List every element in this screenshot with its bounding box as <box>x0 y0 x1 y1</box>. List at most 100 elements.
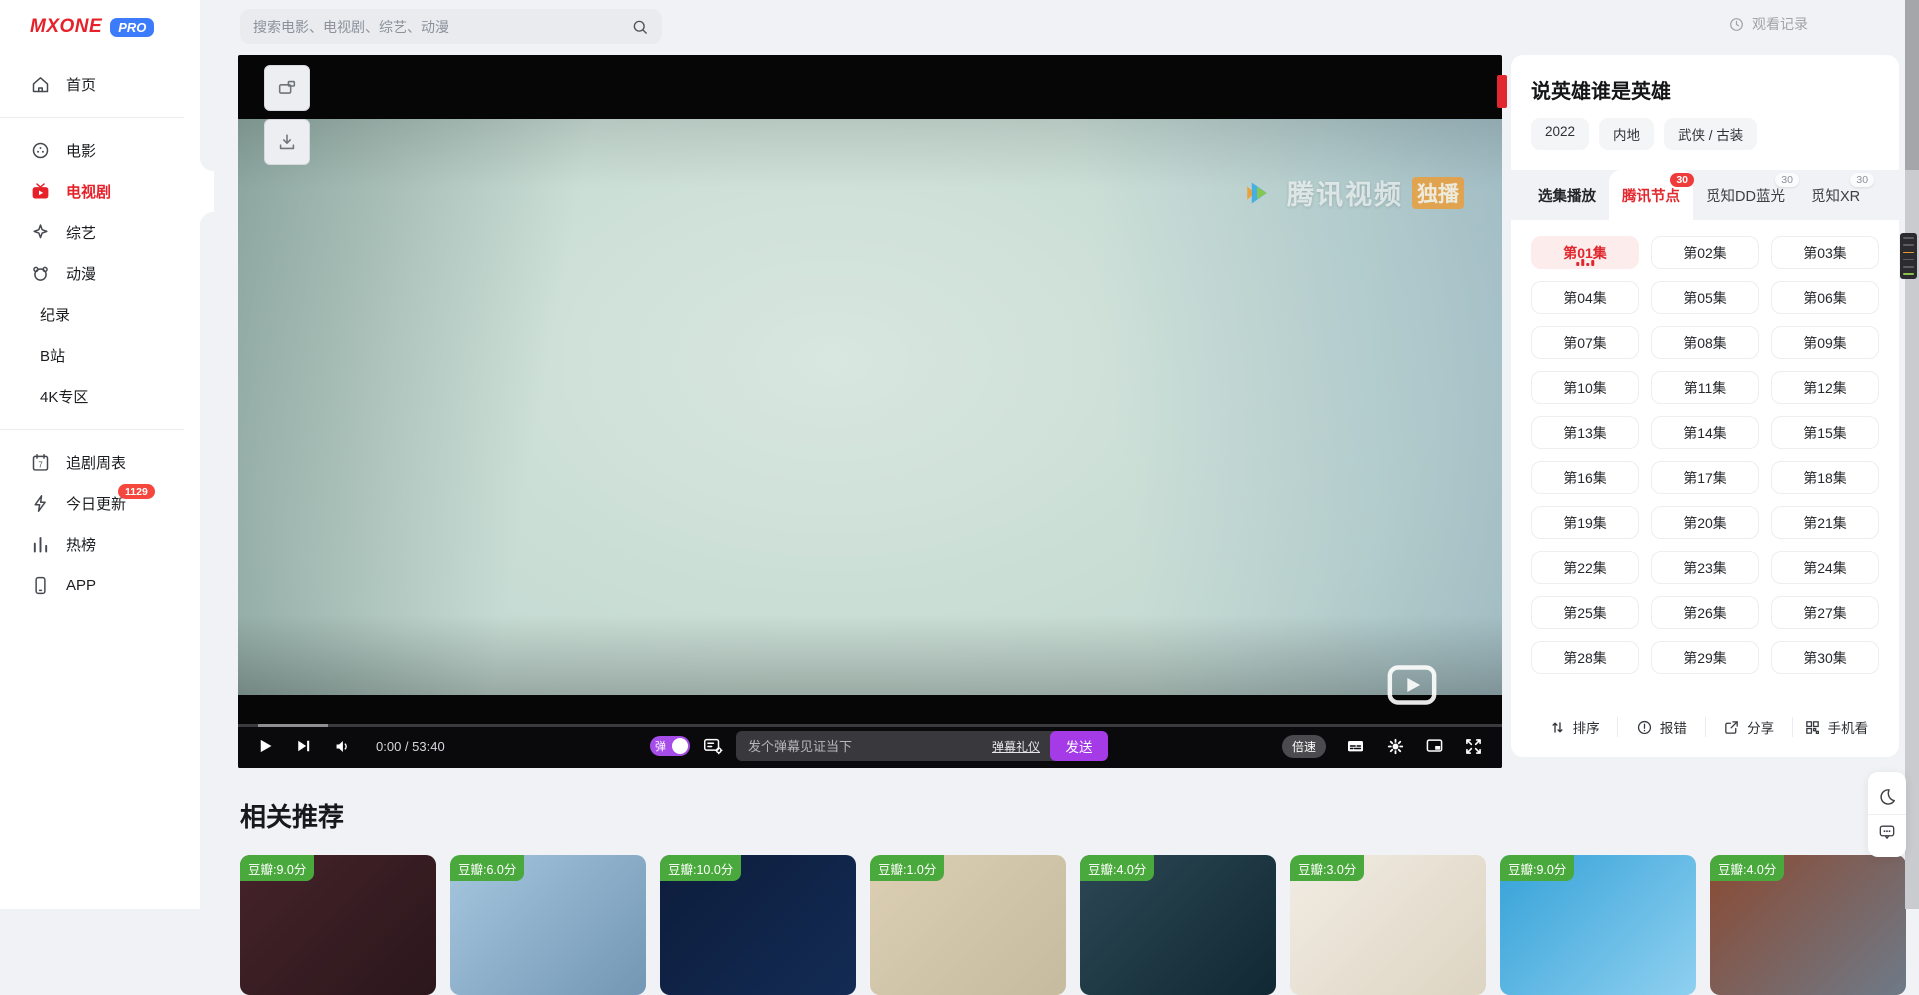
episode-button[interactable]: 第21集 <box>1771 506 1879 539</box>
episode-button[interactable]: 第03集 <box>1771 236 1879 269</box>
scroll-minimap-widget[interactable] <box>1900 233 1917 279</box>
recommend-card[interactable]: 豆瓣:10.0分 <box>660 855 856 995</box>
recommend-card[interactable]: 豆瓣:6.0分 <box>450 855 646 995</box>
playback-speed-button[interactable]: 倍速 <box>1282 735 1326 758</box>
episode-button[interactable]: 第24集 <box>1771 551 1879 584</box>
episode-label: 第28集 <box>1563 648 1607 668</box>
popout-window-button[interactable] <box>264 65 310 111</box>
qr-icon <box>1804 719 1821 736</box>
action-label: 分享 <box>1747 717 1774 737</box>
recommend-card[interactable]: 豆瓣:4.0分 <box>1710 855 1906 995</box>
episode-button[interactable]: 第08集 <box>1651 326 1759 359</box>
mobile-button[interactable]: 手机看 <box>1792 717 1879 737</box>
episode-button[interactable]: 第28集 <box>1531 641 1639 674</box>
episode-button[interactable]: 第16集 <box>1531 461 1639 494</box>
fullscreen-icon[interactable] <box>1463 736 1484 757</box>
episode-button[interactable]: 第29集 <box>1651 641 1759 674</box>
volume-button[interactable] <box>332 737 353 756</box>
sidebar-item-variety[interactable]: 综艺 <box>0 212 200 253</box>
recommend-card[interactable]: 豆瓣:4.0分 <box>1080 855 1276 995</box>
search-icon[interactable] <box>631 18 649 36</box>
sidebar-item-documentary[interactable]: 纪录 <box>0 294 200 335</box>
episode-button[interactable]: 第25集 <box>1531 596 1639 629</box>
tv-play-icon[interactable] <box>1384 660 1440 710</box>
search-input[interactable] <box>253 19 631 35</box>
episode-button[interactable]: 第19集 <box>1531 506 1639 539</box>
episode-button[interactable]: 第18集 <box>1771 461 1879 494</box>
recommend-card[interactable]: 豆瓣:1.0分 <box>870 855 1066 995</box>
source-tab-3[interactable]: 觅知XR 30 <box>1798 170 1873 220</box>
tab-label: 选集播放 <box>1538 185 1596 206</box>
episode-button[interactable]: 第26集 <box>1651 596 1759 629</box>
episode-button[interactable]: 第06集 <box>1771 281 1879 314</box>
sidebar-item-anime[interactable]: 动漫 <box>0 253 200 294</box>
download-button[interactable] <box>264 119 310 165</box>
sidebar-item-movies[interactable]: 电影 <box>0 130 200 171</box>
sidebar-divider <box>0 429 184 430</box>
episode-button[interactable]: 第12集 <box>1771 371 1879 404</box>
episode-button[interactable]: 第27集 <box>1771 596 1879 629</box>
sidebar-item-app[interactable]: APP <box>0 565 200 606</box>
source-tab-0[interactable]: 选集播放 <box>1525 170 1609 220</box>
danmaku-input[interactable] <box>748 739 988 754</box>
tag-region[interactable]: 内地 <box>1599 118 1654 150</box>
danmaku-etiquette-link[interactable]: 弹幕礼仪 <box>992 738 1040 755</box>
episode-button[interactable]: 第07集 <box>1531 326 1639 359</box>
scrollbar-thumb[interactable] <box>1905 0 1919 170</box>
episode-button[interactable]: 第05集 <box>1651 281 1759 314</box>
recommend-card[interactable]: 豆瓣:9.0分 <box>1500 855 1696 995</box>
episode-button[interactable]: 第23集 <box>1651 551 1759 584</box>
recommend-card[interactable]: 豆瓣:9.0分 <box>240 855 436 995</box>
episode-button[interactable]: 第17集 <box>1651 461 1759 494</box>
sidebar-item-bilibili[interactable]: B站 <box>0 335 200 376</box>
episode-button[interactable]: 第13集 <box>1531 416 1639 449</box>
source-tab-2[interactable]: 觅知DD蓝光 30 <box>1693 170 1798 220</box>
share-icon <box>1723 719 1740 736</box>
sidebar-item-4k-zone[interactable]: 4K专区 <box>0 376 200 417</box>
sort-button[interactable]: 排序 <box>1531 717 1617 737</box>
episode-button[interactable]: 第20集 <box>1651 506 1759 539</box>
sidebar-item-home[interactable]: 首页 <box>0 64 200 105</box>
share-button[interactable]: 分享 <box>1705 717 1792 737</box>
episode-button[interactable]: 第10集 <box>1531 371 1639 404</box>
progress-bar[interactable] <box>238 724 1502 727</box>
logo[interactable]: MXONE PRO <box>0 0 200 38</box>
feedback-button[interactable] <box>1868 814 1906 849</box>
rank-icon <box>30 534 51 555</box>
tag-genres[interactable]: 武侠 / 古装 <box>1664 118 1757 150</box>
danmaku-settings-icon[interactable] <box>701 735 725 757</box>
sidebar-item-label: 热榜 <box>66 534 96 555</box>
episode-button[interactable]: 第01集 <box>1531 236 1639 269</box>
sidebar-item-today-update[interactable]: 今日更新 1129 <box>0 483 200 524</box>
episode-button[interactable]: 第30集 <box>1771 641 1879 674</box>
watermark-badge: 独播 <box>1412 177 1464 209</box>
playing-indicator-icon <box>1576 259 1594 266</box>
sidebar-item-tv-series[interactable]: 电视剧 <box>0 171 200 212</box>
pip-icon[interactable] <box>1423 736 1446 756</box>
main-area: 观看记录 腾讯视频 独播 <box>200 0 1919 909</box>
video-player[interactable]: 腾讯视频 独播 0:00 / 53:40 <box>238 55 1502 768</box>
sidebar-item-schedule[interactable]: 7 追剧周表 <box>0 442 200 483</box>
episode-button[interactable]: 第11集 <box>1651 371 1759 404</box>
episode-button[interactable]: 第02集 <box>1651 236 1759 269</box>
report-button[interactable]: 报错 <box>1617 717 1704 737</box>
sidebar-item-label: 追剧周表 <box>66 452 126 473</box>
episode-button[interactable]: 第09集 <box>1771 326 1879 359</box>
episode-button[interactable]: 第04集 <box>1531 281 1639 314</box>
episode-button[interactable]: 第22集 <box>1531 551 1639 584</box>
episode-button[interactable]: 第14集 <box>1651 416 1759 449</box>
subtitle-icon[interactable] <box>1343 736 1368 756</box>
dark-mode-button[interactable] <box>1877 780 1897 814</box>
settings-gear-icon[interactable] <box>1385 736 1406 757</box>
danmaku-toggle[interactable]: 弹 <box>650 736 690 756</box>
tag-year[interactable]: 2022 <box>1531 118 1589 150</box>
sidebar-item-hot-rank[interactable]: 热榜 <box>0 524 200 565</box>
play-button[interactable] <box>256 736 275 756</box>
episode-button[interactable]: 第15集 <box>1771 416 1879 449</box>
source-tab-1[interactable]: 腾讯节点 30 <box>1609 170 1693 220</box>
page-scrollbar[interactable] <box>1905 0 1919 909</box>
recommend-card[interactable]: 豆瓣:3.0分 <box>1290 855 1486 995</box>
next-episode-button[interactable] <box>294 737 313 755</box>
send-danmaku-button[interactable]: 发送 <box>1050 731 1108 761</box>
watch-history-button[interactable]: 观看记录 <box>1728 14 1808 34</box>
